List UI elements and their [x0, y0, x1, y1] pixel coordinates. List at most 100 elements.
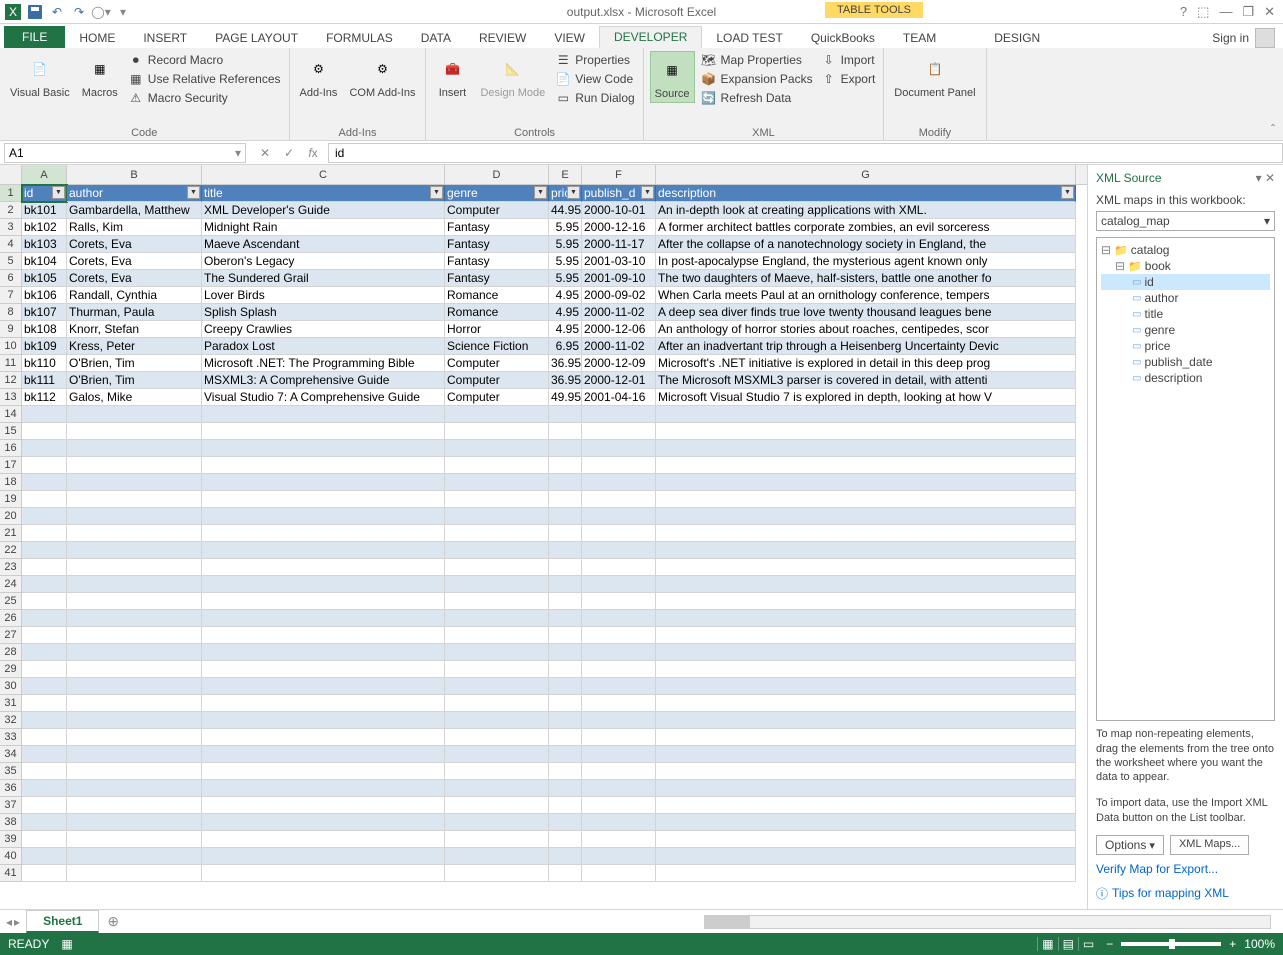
row-header[interactable]: 12 [0, 372, 22, 389]
row-header[interactable]: 17 [0, 457, 22, 474]
verify-map-link[interactable]: Verify Map for Export... [1096, 862, 1275, 876]
cell[interactable] [656, 865, 1076, 882]
cell[interactable] [656, 440, 1076, 457]
cell[interactable] [67, 542, 202, 559]
refresh-data-button[interactable]: 🔄Refresh Data [699, 89, 815, 107]
cell[interactable] [656, 763, 1076, 780]
properties-button[interactable]: ☰Properties [553, 51, 636, 69]
cell[interactable] [202, 661, 445, 678]
cell[interactable] [202, 865, 445, 882]
cell[interactable] [549, 763, 582, 780]
cell[interactable]: 2000-11-02 [582, 304, 656, 321]
cell[interactable]: bk111 [22, 372, 67, 389]
cell[interactable] [67, 525, 202, 542]
cell[interactable]: bk104 [22, 253, 67, 270]
cell[interactable] [22, 712, 67, 729]
cell[interactable] [202, 678, 445, 695]
cancel-formula-icon[interactable]: ✕ [254, 143, 276, 163]
zoom-out-icon[interactable]: − [1106, 937, 1113, 951]
cell[interactable] [445, 610, 549, 627]
cell[interactable]: A former architect battles corporate zom… [656, 219, 1076, 236]
cell[interactable] [656, 491, 1076, 508]
cell[interactable]: Computer [445, 389, 549, 406]
cell[interactable] [549, 831, 582, 848]
cell[interactable] [445, 763, 549, 780]
cell[interactable] [67, 610, 202, 627]
cell[interactable] [656, 729, 1076, 746]
filter-arrow-icon[interactable]: ▼ [567, 186, 580, 199]
cell[interactable]: Horror [445, 321, 549, 338]
cell[interactable] [67, 508, 202, 525]
cell[interactable] [202, 542, 445, 559]
cell[interactable]: After an inadvertant trip through a Heis… [656, 338, 1076, 355]
cell[interactable] [22, 763, 67, 780]
tree-item[interactable]: ⊟ 📁book [1101, 258, 1270, 274]
cell[interactable]: Creepy Crawlies [202, 321, 445, 338]
cell[interactable] [582, 457, 656, 474]
cell[interactable] [582, 576, 656, 593]
row-header[interactable]: 36 [0, 780, 22, 797]
row-header[interactable]: 21 [0, 525, 22, 542]
tab-design[interactable]: DESIGN [980, 28, 1054, 48]
row-header[interactable]: 16 [0, 440, 22, 457]
cell[interactable]: Fantasy [445, 236, 549, 253]
tab-team[interactable]: TEAM [889, 28, 950, 48]
cell[interactable] [67, 865, 202, 882]
cell[interactable] [67, 831, 202, 848]
cell[interactable] [582, 610, 656, 627]
cell[interactable] [67, 474, 202, 491]
cell[interactable] [656, 542, 1076, 559]
row-header[interactable]: 24 [0, 576, 22, 593]
row-header[interactable]: 22 [0, 542, 22, 559]
cell[interactable] [582, 525, 656, 542]
cell[interactable]: Randall, Cynthia [67, 287, 202, 304]
cell[interactable] [582, 406, 656, 423]
cell[interactable]: In post-apocalypse England, the mysterio… [656, 253, 1076, 270]
cell[interactable]: 2000-11-17 [582, 236, 656, 253]
row-header[interactable]: 40 [0, 848, 22, 865]
cell[interactable]: bk102 [22, 219, 67, 236]
cell[interactable] [67, 797, 202, 814]
cell[interactable]: Galos, Mike [67, 389, 202, 406]
tab-insert[interactable]: INSERT [129, 28, 201, 48]
cell[interactable] [656, 406, 1076, 423]
cell[interactable]: 2001-09-10 [582, 270, 656, 287]
cell[interactable] [656, 627, 1076, 644]
column-header[interactable]: F [582, 165, 656, 184]
cell[interactable]: Midnight Rain [202, 219, 445, 236]
cell[interactable] [202, 457, 445, 474]
cell[interactable] [22, 746, 67, 763]
cell[interactable] [549, 780, 582, 797]
spreadsheet-grid[interactable]: ABCDEFG 1id▼author▼title▼genre▼pric▼publ… [0, 165, 1088, 909]
row-header[interactable]: 3 [0, 219, 22, 236]
cell[interactable] [67, 423, 202, 440]
tab-load-test[interactable]: LOAD TEST [702, 28, 796, 48]
cell[interactable] [22, 542, 67, 559]
cell[interactable]: author▼ [67, 185, 202, 202]
cell[interactable] [582, 763, 656, 780]
cell[interactable] [445, 797, 549, 814]
column-header[interactable]: B [67, 165, 202, 184]
cell[interactable] [202, 831, 445, 848]
cell[interactable]: Kress, Peter [67, 338, 202, 355]
cell[interactable] [582, 712, 656, 729]
row-header[interactable]: 5 [0, 253, 22, 270]
cell[interactable] [202, 491, 445, 508]
cell[interactable] [549, 610, 582, 627]
row-header[interactable]: 25 [0, 593, 22, 610]
cell[interactable] [549, 406, 582, 423]
cell[interactable] [22, 457, 67, 474]
cell[interactable] [445, 508, 549, 525]
cell[interactable] [445, 780, 549, 797]
expansion-packs-button[interactable]: 📦Expansion Packs [699, 70, 815, 88]
cell[interactable] [656, 610, 1076, 627]
cell[interactable] [445, 423, 549, 440]
cell[interactable]: MSXML3: A Comprehensive Guide [202, 372, 445, 389]
cell[interactable]: The Microsoft MSXML3 parser is covered i… [656, 372, 1076, 389]
run-dialog-button[interactable]: ▭Run Dialog [553, 89, 636, 107]
cell[interactable] [582, 491, 656, 508]
cell[interactable] [549, 559, 582, 576]
cell[interactable] [582, 814, 656, 831]
cell[interactable] [445, 593, 549, 610]
cell[interactable] [22, 491, 67, 508]
